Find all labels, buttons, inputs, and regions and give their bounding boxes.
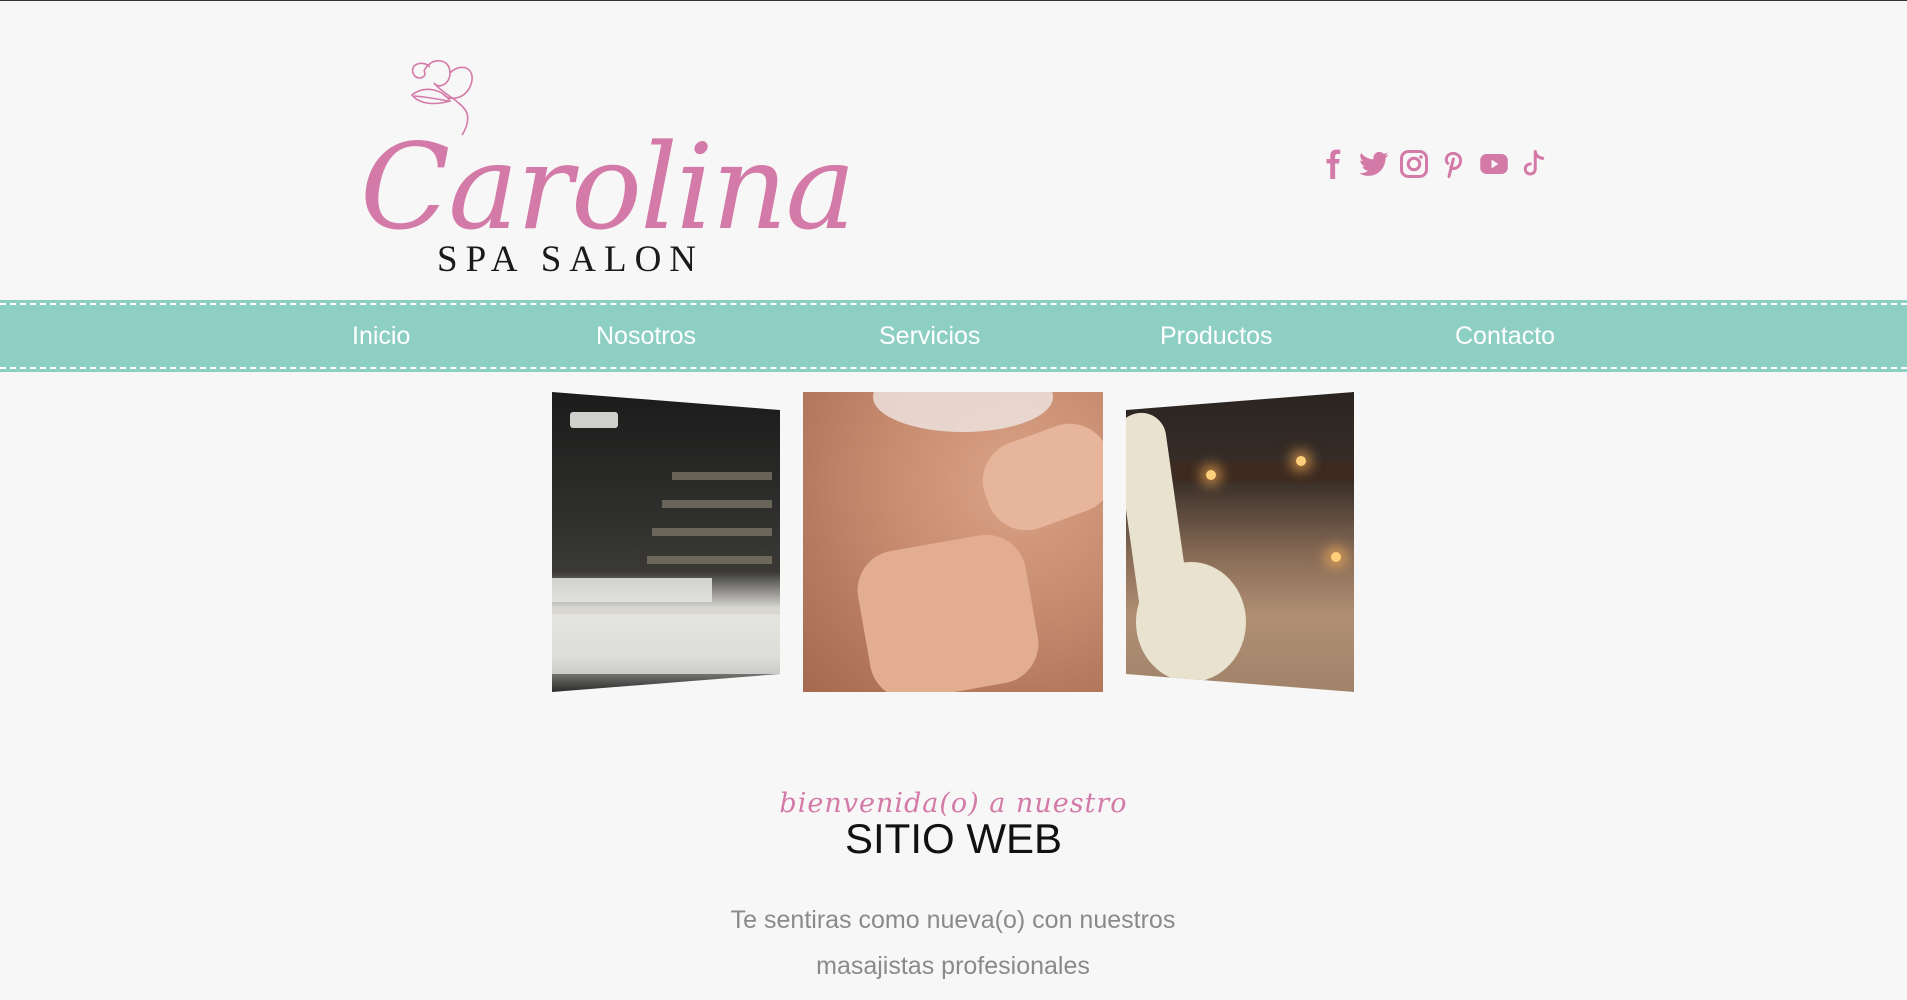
logo[interactable]: Carolina SPA SALON	[355, 50, 856, 280]
nav-item-contacto[interactable]: Contacto	[1455, 300, 1555, 372]
description-line: masajistas profesionales	[816, 952, 1090, 980]
image-gallery	[0, 392, 1907, 692]
spa-room-photo[interactable]	[552, 392, 780, 692]
main-nav: Inicio Nosotros Servicios Productos Cont…	[0, 300, 1907, 372]
youtube-icon[interactable]	[1478, 147, 1510, 181]
page-title: SITIO WEB	[844, 815, 1062, 862]
nav-item-inicio[interactable]: Inicio	[352, 300, 410, 372]
massage-photo[interactable]	[803, 392, 1103, 692]
tiktok-icon[interactable]	[1518, 147, 1550, 181]
brand-subtitle: SPA SALON	[437, 239, 705, 280]
description-line: Te sentiras como nueva(o) con nuestros	[730, 906, 1176, 934]
social-links	[1318, 146, 1550, 182]
towel-swan-photo[interactable]	[1126, 392, 1354, 692]
nav-item-productos[interactable]: Productos	[1160, 300, 1273, 372]
instagram-icon[interactable]	[1398, 147, 1430, 181]
nav-item-servicios[interactable]: Servicios	[879, 300, 980, 372]
nav-item-nosotros[interactable]: Nosotros	[596, 300, 696, 372]
facebook-icon[interactable]	[1318, 147, 1350, 181]
brand-name: Carolina	[360, 118, 856, 256]
intro-description: Te sentiras como nueva(o) con nuestros m…	[653, 897, 1253, 989]
twitter-icon[interactable]	[1358, 147, 1390, 181]
site-header: Carolina SPA SALON	[0, 0, 1907, 298]
pinterest-icon[interactable]	[1438, 147, 1470, 181]
